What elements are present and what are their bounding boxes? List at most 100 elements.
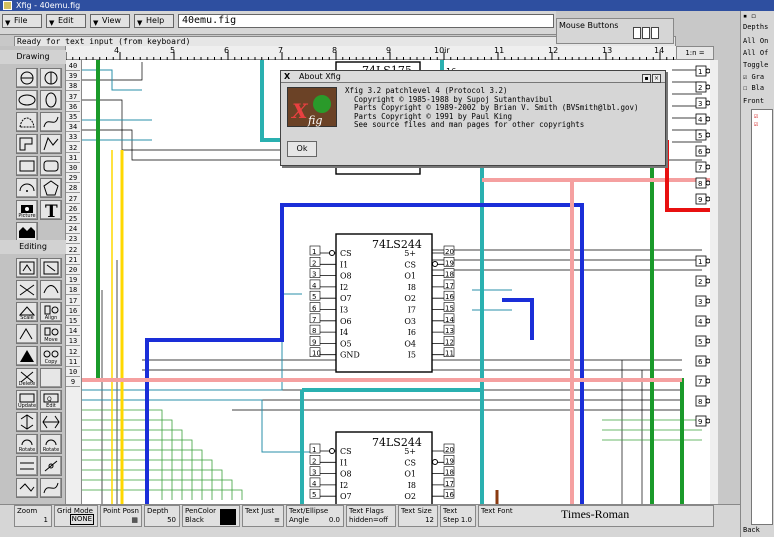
chip-74ls244-b[interactable]: 74LS244 1 CS 5+ 202 I1 CS 193 O8 O1 184 I2 I8 175 O7 O… bbox=[309, 431, 454, 504]
depth-indicator[interactable]: Depth 50 bbox=[144, 505, 180, 527]
circle-radius-tool[interactable] bbox=[16, 68, 38, 88]
glue-tool[interactable] bbox=[16, 478, 38, 498]
move-points-tool[interactable] bbox=[16, 324, 38, 344]
file-name-field[interactable]: 40emu.fig bbox=[178, 14, 554, 28]
picture-tool[interactable]: Picture bbox=[16, 200, 38, 220]
spline-icon bbox=[43, 482, 59, 494]
rounded-box-tool[interactable] bbox=[40, 156, 62, 176]
connector-pin: 2 bbox=[698, 278, 702, 286]
connector-pin: 3 bbox=[698, 298, 702, 306]
close-icon[interactable]: × bbox=[652, 74, 661, 83]
arrow-tool[interactable] bbox=[16, 346, 38, 366]
break-tool[interactable] bbox=[16, 280, 38, 300]
blank-checkbox[interactable]: ☐ Bla bbox=[743, 84, 764, 93]
flip-icon bbox=[20, 414, 34, 430]
polyline-icon bbox=[43, 136, 59, 151]
pin-number: 20 bbox=[445, 248, 454, 256]
copy-tool[interactable]: Copy bbox=[40, 346, 62, 366]
window-controls-icon[interactable]: ▪ ◻ bbox=[743, 12, 756, 20]
scale-tool[interactable]: Scale bbox=[16, 302, 38, 322]
all-off-button[interactable]: All Of bbox=[743, 49, 768, 58]
pin-label: O3 bbox=[404, 317, 416, 326]
gray-checkbox[interactable]: ☑ Gra bbox=[743, 73, 764, 82]
text-angle-indicator[interactable]: Text/Ellipse Angle 0.0 bbox=[286, 505, 344, 527]
connector-pin: 9 bbox=[698, 196, 702, 204]
text-font-indicator[interactable]: Text Font Times-Roman bbox=[478, 505, 714, 527]
box-tool[interactable] bbox=[16, 156, 38, 176]
top-ruler: 4 5 6 7 8 9 10ir 11 12 13 14 bbox=[66, 46, 676, 60]
all-on-button[interactable]: All On bbox=[743, 37, 768, 46]
edit-tool[interactable]: Q Edit bbox=[40, 390, 62, 410]
window-title: Xfig - 40emu.fig bbox=[16, 1, 81, 10]
ok-button[interactable]: Ok bbox=[287, 141, 317, 157]
regular-polygon-tool[interactable] bbox=[40, 178, 62, 198]
svg-text:fig: fig bbox=[307, 114, 322, 127]
menu-file[interactable]: ▼ File bbox=[2, 14, 42, 28]
blank-tool[interactable] bbox=[40, 368, 62, 388]
delete-tool[interactable]: Delete bbox=[16, 368, 38, 388]
join-tool[interactable] bbox=[40, 280, 62, 300]
text-tool[interactable]: T bbox=[40, 200, 62, 220]
align-tool[interactable]: Align bbox=[40, 302, 62, 322]
pin-label: CS bbox=[404, 458, 416, 467]
anchor-tool[interactable] bbox=[40, 456, 62, 476]
ellipse-diameter-tool[interactable] bbox=[40, 90, 62, 110]
delete-points-tool[interactable] bbox=[40, 258, 62, 278]
depth-list[interactable]: ☑ ☑ bbox=[751, 109, 773, 525]
polyline-tool[interactable] bbox=[40, 134, 62, 154]
closed-spline-tool[interactable] bbox=[16, 112, 38, 132]
convert-tool[interactable] bbox=[16, 456, 38, 476]
connector-pin: 6 bbox=[698, 148, 703, 156]
menu-edit[interactable]: ▼ Edit bbox=[46, 14, 86, 28]
text-step-indicator[interactable]: Text Step 1.0 bbox=[440, 505, 476, 527]
side-ruler-number: 9 bbox=[66, 378, 80, 388]
menu-view[interactable]: ▼ View bbox=[90, 14, 130, 28]
menu-help[interactable]: ▼ Help bbox=[134, 14, 174, 28]
point-posn-indicator[interactable]: Point Posn ▦ bbox=[100, 505, 142, 527]
flip-vertical-tool[interactable] bbox=[16, 412, 38, 432]
circle-diameter-tool[interactable] bbox=[40, 68, 62, 88]
connector-pin: 2 bbox=[698, 84, 702, 92]
pin-label: CS bbox=[340, 249, 352, 258]
minimize-icon[interactable]: ▪ bbox=[642, 74, 651, 83]
pen-color-indicator[interactable]: PenColor Black bbox=[182, 505, 240, 527]
move-tool[interactable]: Move bbox=[40, 324, 62, 344]
connector-pin: 7 bbox=[698, 378, 702, 386]
text-flags-indicator[interactable]: Text Flags hidden=off bbox=[346, 505, 396, 527]
arc-tool[interactable] bbox=[16, 178, 38, 198]
add-points-tool[interactable] bbox=[16, 258, 38, 278]
rotate-cw-tool[interactable]: Rotate bbox=[16, 434, 38, 454]
grid-mode-indicator[interactable]: Grid Mode NONE bbox=[54, 505, 98, 527]
pin-label: O1 bbox=[404, 272, 416, 281]
polygon-tool[interactable] bbox=[16, 134, 38, 154]
depth-check-icon[interactable]: ☑ bbox=[754, 120, 758, 128]
spline-convert-tool[interactable] bbox=[40, 478, 62, 498]
depths-label: Depths bbox=[743, 23, 769, 31]
pin-number: 18 bbox=[445, 469, 454, 477]
ellipse-tool[interactable] bbox=[16, 90, 38, 110]
pin-label: I8 bbox=[408, 283, 416, 292]
unit-box[interactable]: 1:n = 1.00in bbox=[676, 46, 714, 69]
update-tool[interactable]: Update bbox=[16, 390, 38, 410]
about-dialog: X About Xfig ▪ × X fig Xfig 3.2 patchleve… bbox=[280, 70, 666, 166]
connector-pin: 9 bbox=[698, 418, 702, 426]
polygon-icon bbox=[19, 137, 33, 151]
depth-check-icon[interactable]: ☑ bbox=[754, 112, 758, 120]
open-spline-tool[interactable] bbox=[40, 112, 62, 132]
about-text: Xfig 3.2 patchlevel 4 (Protocol 3.2) Cop… bbox=[345, 86, 661, 130]
side-ruler-number: 22 bbox=[66, 246, 80, 255]
mouse-buttons-label: Mouse Buttons bbox=[559, 21, 619, 30]
flip-horizontal-tool[interactable] bbox=[40, 412, 62, 432]
text-just-indicator[interactable]: Text Just ≡ bbox=[242, 505, 284, 527]
pin-number: 10 bbox=[312, 350, 321, 358]
library-tool[interactable] bbox=[16, 222, 38, 242]
side-ruler-number: 37 bbox=[66, 93, 80, 102]
toggle-button[interactable]: Toggle bbox=[743, 61, 768, 70]
zoom-indicator[interactable]: Zoom 1 bbox=[14, 505, 52, 527]
blank-icon bbox=[41, 369, 61, 387]
library-icon bbox=[19, 227, 35, 238]
pin-number: 3 bbox=[312, 469, 316, 477]
rotate-ccw-tool[interactable]: Rotate bbox=[40, 434, 62, 454]
text-size-indicator[interactable]: Text Size 12 bbox=[398, 505, 438, 527]
chip-74ls244-a[interactable]: 74LS244 1 CS 5+ 202 I1 CS 193 O8 O1 184 I2 I8 175 O7 O… bbox=[309, 233, 454, 373]
